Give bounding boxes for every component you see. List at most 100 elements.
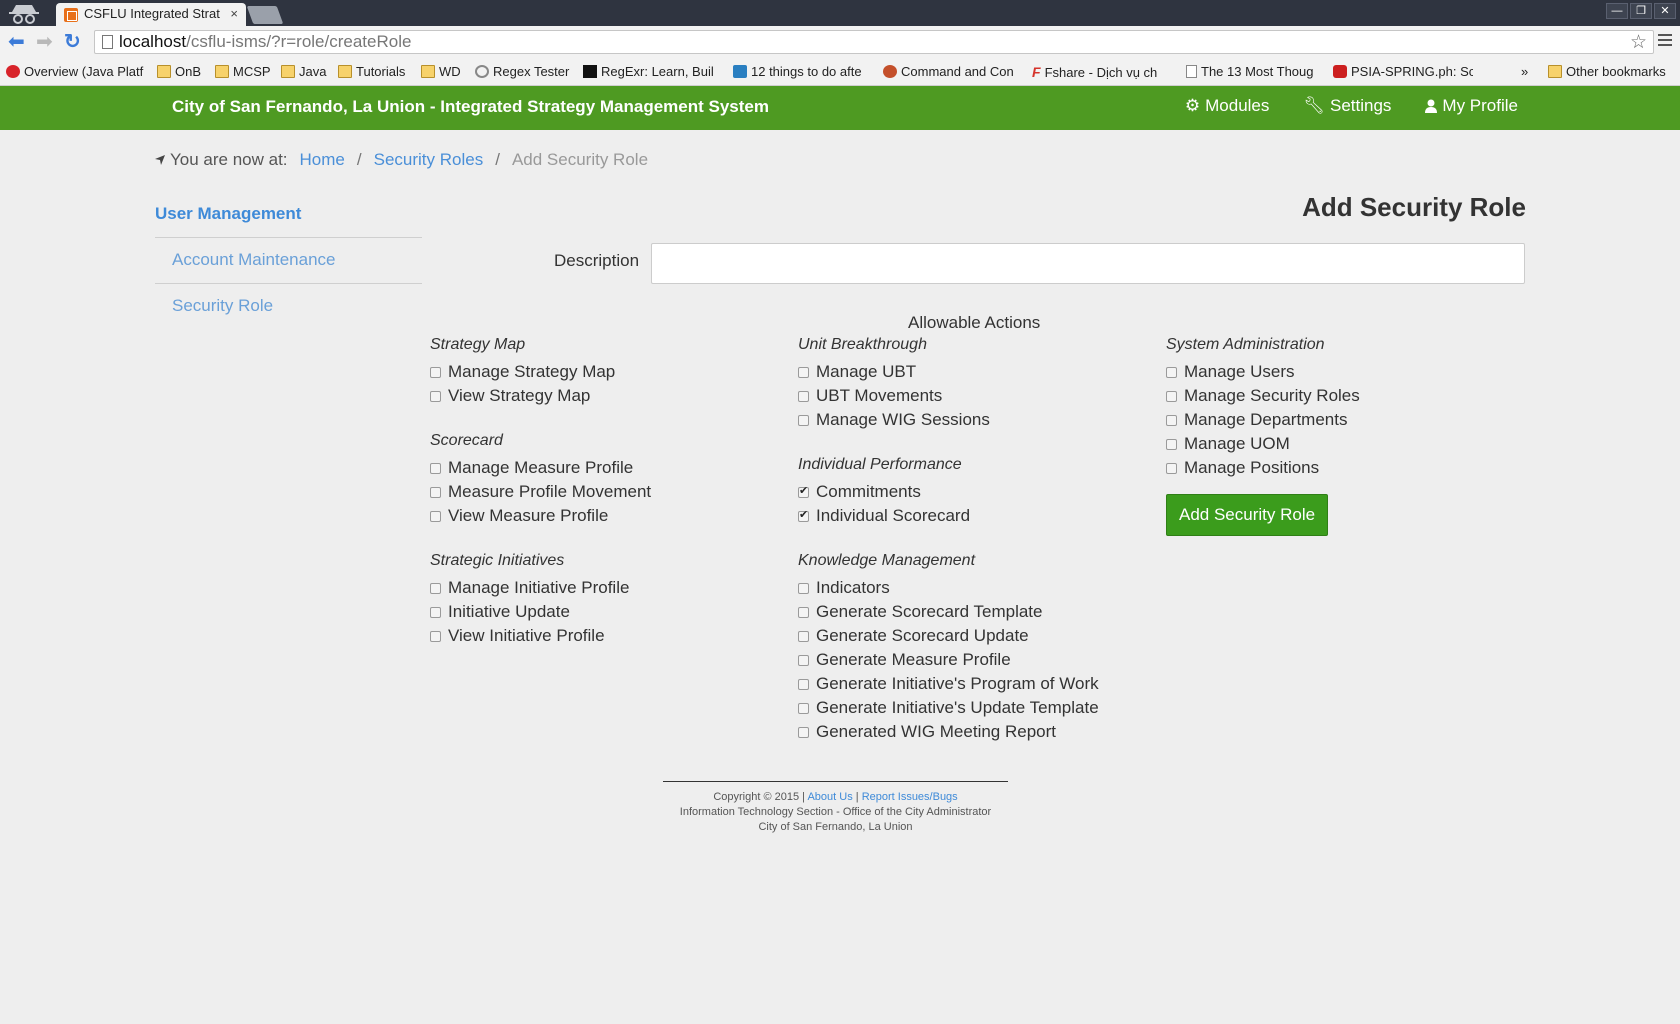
checkbox[interactable] [798,366,809,378]
actions-column-3: System Administration Manage Users Manag… [1166,336,1526,536]
forward-arrow-icon[interactable]: ➡ [36,32,53,52]
option-view-strategy-map[interactable]: View Strategy Map [430,384,790,408]
bookmark-label: MCSP [233,64,271,79]
bookmark-item[interactable]: MCSP [215,64,275,79]
modules-menu[interactable]: ⚙ Modules [1185,96,1270,116]
checkbox[interactable] [430,606,441,618]
bookmark-item[interactable]: WD [421,64,465,79]
checkbox[interactable] [430,390,441,402]
bookmark-item[interactable]: Tutorials [338,64,412,79]
browser-tab-active[interactable]: CSFLU Integrated Strat × [56,3,246,27]
checkbox[interactable] [430,510,441,522]
option-label: Individual Scorecard [816,506,971,525]
restore-button[interactable]: ❐ [1630,3,1652,19]
checkbox[interactable] [430,462,441,474]
option-manage-ubt[interactable]: Manage UBT [798,360,1158,384]
footer-office: Information Technology Section - Office … [679,806,992,818]
option-manage-uom[interactable]: Manage UOM [1166,432,1526,456]
bookmark-item[interactable]: RegExr: Learn, Buil [583,64,723,79]
tab-close-icon[interactable]: × [230,6,238,21]
checkbox[interactable] [430,486,441,498]
option-manage-users[interactable]: Manage Users [1166,360,1526,384]
breadcrumb-home-link[interactable]: Home [300,150,345,170]
checkbox[interactable] [1166,462,1177,474]
back-arrow-icon[interactable]: ⬅ [8,32,25,52]
option-manage-departments[interactable]: Manage Departments [1166,408,1526,432]
other-bookmarks-label: Other bookmarks [1566,64,1666,79]
bookmark-item[interactable]: Java [281,64,331,79]
checkbox[interactable] [798,414,809,426]
breadcrumb-current: Add Security Role [511,150,649,169]
option-label: Manage Security Roles [1184,386,1360,405]
browser-menu-icon[interactable] [1658,34,1672,49]
report-issues-link[interactable]: Report Issues/Bugs [862,791,958,803]
bookmark-item[interactable]: 12 things to do afte [733,64,871,79]
add-security-role-button[interactable]: Add Security Role [1166,494,1329,536]
checkbox[interactable] [798,654,809,666]
checkbox[interactable] [798,606,809,618]
option-manage-security-roles[interactable]: Manage Security Roles [1166,384,1526,408]
option-generate-scorecard-template[interactable]: Generate Scorecard Template [798,600,1158,624]
option-individual-scorecard[interactable]: Individual Scorecard [798,504,1158,528]
checkbox[interactable] [1166,366,1177,378]
option-generate-initiative-program-of-work[interactable]: Generate Initiative's Program of Work [798,672,1158,696]
checkbox-checked[interactable] [798,484,809,498]
new-tab-button[interactable] [246,6,284,24]
checkbox[interactable] [798,678,809,690]
option-generate-initiative-update-template[interactable]: Generate Initiative's Update Template [798,696,1158,720]
other-bookmarks[interactable]: Other bookmarks [1548,64,1666,79]
bookmark-item[interactable]: F Fshare - Dịch vụ ch [1032,64,1168,80]
checkbox[interactable] [430,582,441,594]
checkbox[interactable] [798,630,809,642]
option-initiative-update[interactable]: Initiative Update [430,600,790,624]
option-manage-initiative-profile[interactable]: Manage Initiative Profile [430,576,790,600]
checkbox[interactable] [798,726,809,738]
checkbox[interactable] [798,582,809,594]
settings-menu[interactable]: 🔧︎ Settings [1303,96,1391,116]
sidebar-heading-user-management[interactable]: User Management [155,196,422,238]
checkbox[interactable] [1166,414,1177,426]
checkbox-checked[interactable] [798,508,809,522]
group-title: System Administration [1166,336,1325,353]
option-generated-wig-meeting-report[interactable]: Generated WIG Meeting Report [798,720,1158,744]
more-bookmarks-button[interactable]: » [1521,64,1528,79]
address-bar[interactable]: localhost/csflu-isms/?r=role/createRole … [94,30,1654,54]
checkbox[interactable] [1166,438,1177,450]
bookmark-star-icon[interactable]: ☆ [1630,31,1647,54]
minimize-button[interactable]: — [1606,3,1628,19]
option-view-measure-profile[interactable]: View Measure Profile [430,504,790,528]
checkbox[interactable] [1166,390,1177,402]
reload-icon[interactable]: ↻ [64,32,81,52]
description-input[interactable] [651,243,1525,284]
sidebar-item-security-role[interactable]: Security Role [155,284,422,330]
about-us-link[interactable]: About Us [807,791,852,803]
option-label: Initiative Update [448,602,570,621]
option-manage-positions[interactable]: Manage Positions [1166,456,1526,480]
option-indicators[interactable]: Indicators [798,576,1158,600]
option-manage-measure-profile[interactable]: Manage Measure Profile [430,456,790,480]
bookmark-item[interactable]: Regex Tester [475,64,575,79]
bookmark-item[interactable]: OnB [157,64,205,79]
bookmark-item[interactable]: Overview (Java Platf [6,64,150,79]
group-scorecard: Scorecard Manage Measure Profile Measure… [430,432,790,528]
bookmark-item[interactable]: Command and Con [883,64,1020,79]
checkbox[interactable] [430,366,441,378]
checkbox[interactable] [430,630,441,642]
checkbox[interactable] [798,702,809,714]
option-measure-profile-movement[interactable]: Measure Profile Movement [430,480,790,504]
profile-menu[interactable]: My Profile [1425,96,1518,116]
option-manage-wig-sessions[interactable]: Manage WIG Sessions [798,408,1158,432]
breadcrumb-security-roles-link[interactable]: Security Roles [374,150,484,170]
checkbox[interactable] [798,390,809,402]
option-generate-measure-profile[interactable]: Generate Measure Profile [798,648,1158,672]
close-window-button[interactable]: ✕ [1654,3,1676,19]
option-generate-scorecard-update[interactable]: Generate Scorecard Update [798,624,1158,648]
option-commitments[interactable]: Commitments [798,480,1158,504]
sidebar-item-account-maintenance[interactable]: Account Maintenance [155,238,422,284]
app-brand[interactable]: City of San Fernando, La Union - Integra… [172,97,769,117]
bookmark-item[interactable]: PSIA-SPRING.ph: Sc [1333,64,1473,79]
bookmark-item[interactable]: The 13 Most Thoug [1186,64,1322,79]
option-view-initiative-profile[interactable]: View Initiative Profile [430,624,790,648]
option-ubt-movements[interactable]: UBT Movements [798,384,1158,408]
option-manage-strategy-map[interactable]: Manage Strategy Map [430,360,790,384]
